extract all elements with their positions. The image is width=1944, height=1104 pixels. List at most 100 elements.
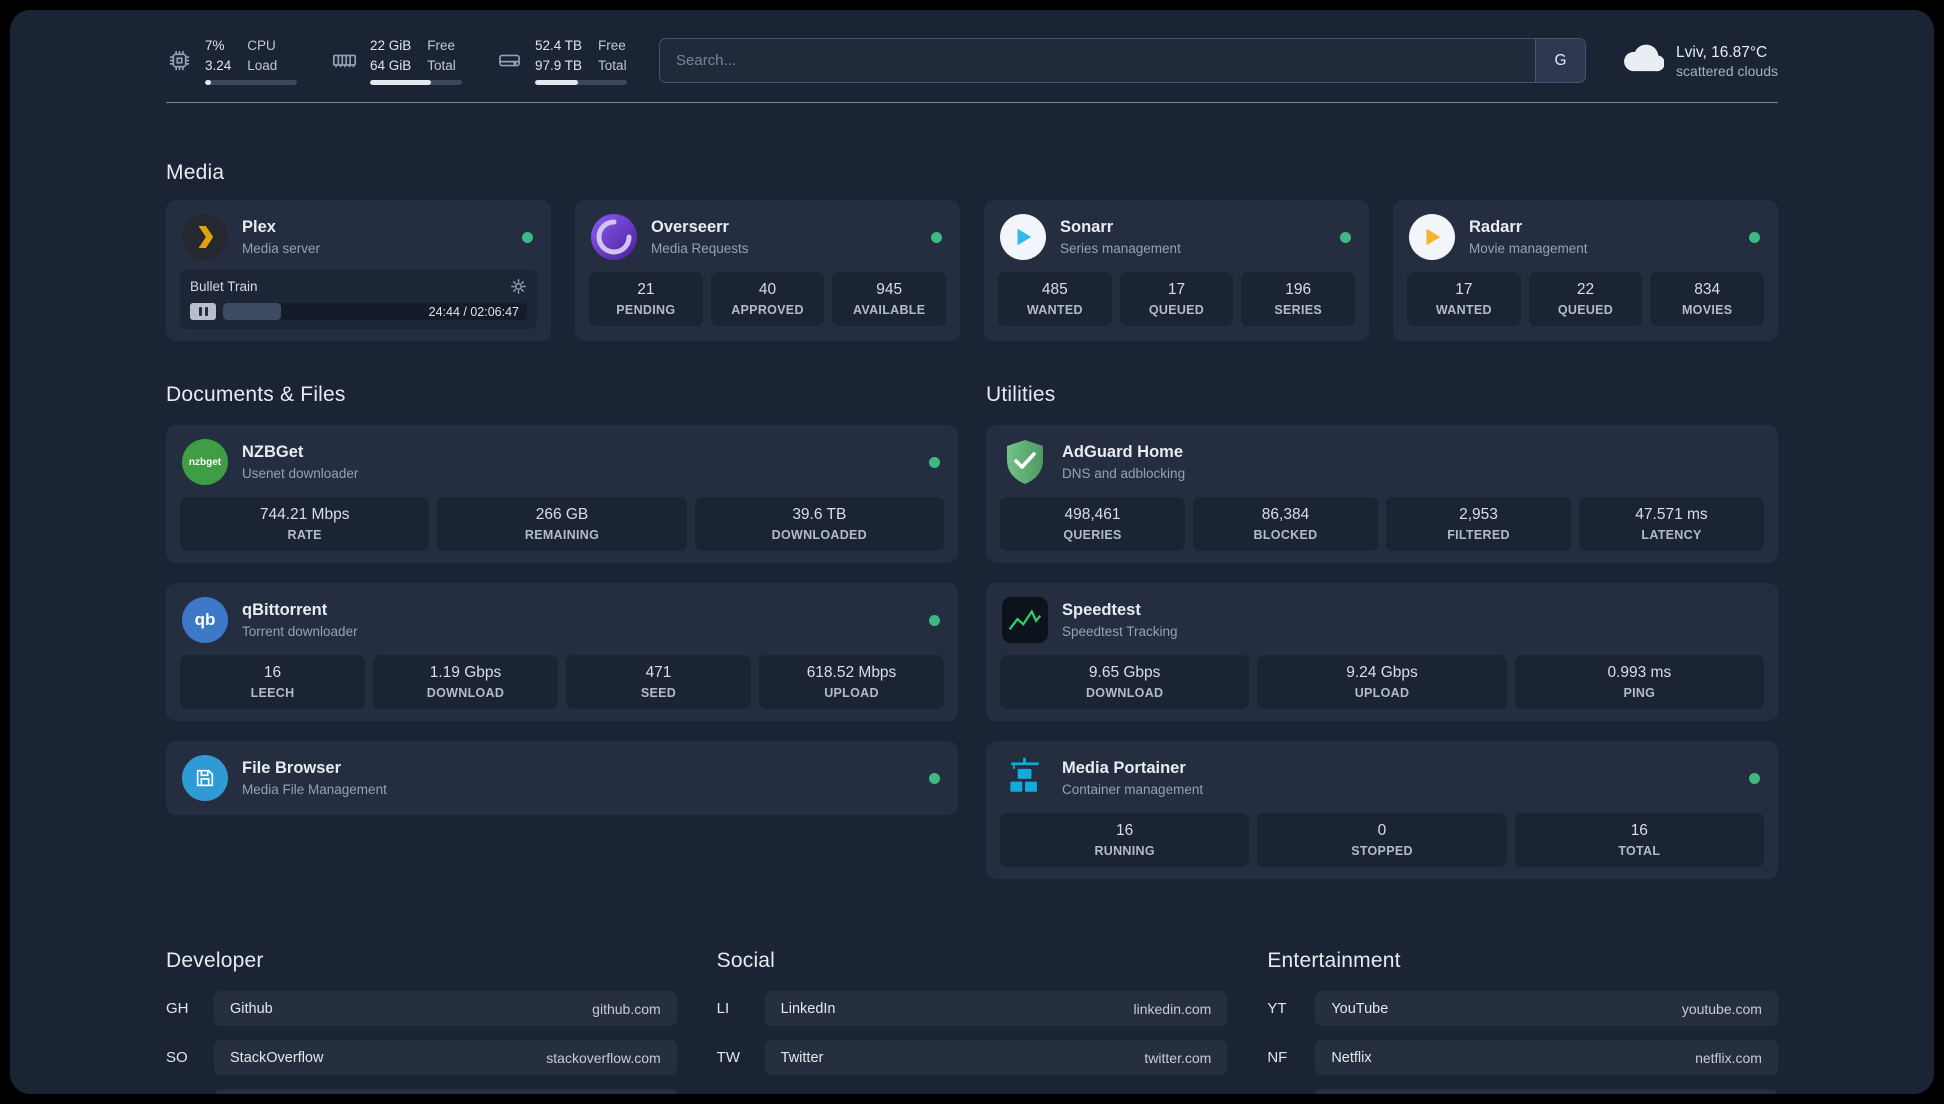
cpu-icon <box>166 47 193 74</box>
search-input[interactable] <box>660 39 1536 83</box>
service-name: Radarr <box>1469 217 1523 236</box>
qbittorrent-icon: qb <box>182 597 228 644</box>
bookmark-abbr: NF <box>1267 1049 1288 1067</box>
ram-free-value: 22 GiB <box>370 38 412 53</box>
adguard-card[interactable]: AdGuard Home DNS and adblocking 498,461 … <box>986 425 1778 564</box>
bookmark-abbr: YT <box>1267 1000 1287 1018</box>
stat-box: 39.6 TB DOWNLOADED <box>694 497 944 552</box>
cpu-label-2: Load <box>247 57 278 73</box>
bookmark-abbr: GH <box>166 1000 189 1018</box>
stat-box: 17 QUEUED <box>1119 272 1234 327</box>
bookmarks-developer: Developer GH Github github.com SO StackO… <box>166 949 677 1094</box>
nzbget-card[interactable]: nzbget NZBGet Usenet downloader 744.21 M… <box>166 425 958 564</box>
service-name: Speedtest <box>1062 600 1141 619</box>
stat-box: 16 RUNNING <box>1000 813 1250 868</box>
bookmark-row: LI LinkedIn linkedin.com <box>716 991 1228 1027</box>
stat-box: 16 TOTAL <box>1514 813 1764 868</box>
cloud-icon <box>1622 43 1665 78</box>
ram-label-2: Total <box>427 57 456 73</box>
bookmark-row: TW Twitter twitter.com <box>717 1040 1228 1076</box>
cpu-label-1: CPU <box>247 38 276 53</box>
stat-box: 744.21 Mbps RATE <box>180 497 430 552</box>
weather-condition: scattered clouds <box>1676 63 1778 80</box>
playback-time: 24:44 / 02:06:47 <box>428 304 519 319</box>
playback-progress-bar[interactable]: 24:44 / 02:06:47 <box>223 303 527 321</box>
section-title-documents: Documents & Files <box>166 383 346 407</box>
weather-location: Lviv, 16.87°C <box>1676 43 1768 61</box>
search-engine-button[interactable]: G <box>1535 39 1586 83</box>
status-dot <box>929 772 940 784</box>
stat-box: 0.993 ms PING <box>1514 655 1764 710</box>
bookmark-link-github[interactable]: Github github.com <box>214 991 677 1027</box>
ram-progress-bar <box>370 80 462 86</box>
bookmark-link-twitter[interactable]: Twitter twitter.com <box>764 1040 1228 1076</box>
portainer-card[interactable]: Media Portainer Container management 16 … <box>986 741 1778 880</box>
speedtest-card[interactable]: Speedtest Speedtest Tracking 9.65 Gbps D… <box>986 583 1778 722</box>
disk-label-1: Free <box>598 38 626 53</box>
service-name: NZBGet <box>242 442 304 461</box>
pause-button[interactable] <box>190 303 216 321</box>
bookmark-abbr: LI <box>716 1000 730 1018</box>
adguard-shield-icon <box>1002 439 1048 485</box>
qbittorrent-card[interactable]: qb qBittorrent Torrent downloader 16 LEE… <box>166 583 958 722</box>
cpu-progress-bar <box>205 80 297 86</box>
cpu-load-value: 3.24 <box>205 57 232 73</box>
stat-box: 86,384 BLOCKED <box>1193 497 1378 552</box>
bookmarks-social: Social LI LinkedIn linkedin.com TW Twitt… <box>717 949 1228 1089</box>
bookmark-link-youtube[interactable]: YouTube youtube.com <box>1315 991 1778 1027</box>
ram-icon <box>331 47 358 74</box>
weather-widget: Lviv, 16.87°C scattered clouds <box>1622 42 1778 80</box>
overseerr-card[interactable]: Overseerr Media Requests 21 PENDING 40 A… <box>575 200 960 342</box>
cpu-widget: 7% 3.24 CPU Load <box>166 36 297 86</box>
stat-box: 618.52 Mbps UPLOAD <box>759 655 944 710</box>
bookmark-link-netflix[interactable]: Netflix netflix.com <box>1315 1040 1778 1076</box>
bookmark-link-stackoverflow[interactable]: StackOverflow stackoverflow.com <box>214 1040 677 1076</box>
utilities-section: Utilities AdGuard Home DNS and adblockin… <box>986 383 1778 880</box>
sonarr-card[interactable]: Sonarr Series management 485 WANTED 17 Q… <box>984 200 1369 342</box>
stat-box: 21 PENDING <box>589 272 703 327</box>
stat-box: 485 WANTED <box>998 272 1112 327</box>
nzbget-icon: nzbget <box>182 439 228 486</box>
service-name: Media Portainer <box>1062 758 1186 777</box>
service-subtitle: Container management <box>1062 781 1204 797</box>
service-subtitle: Torrent downloader <box>242 623 358 639</box>
service-subtitle: Media File Management <box>242 781 387 797</box>
now-playing-title: Bullet Train <box>190 279 258 295</box>
stat-box: 945 AVAILABLE <box>832 272 947 327</box>
file-browser-icon <box>182 755 228 802</box>
section-title-entertainment: Entertainment <box>1267 949 1401 973</box>
radarr-icon <box>1409 214 1455 261</box>
stat-box: 47.571 ms LATENCY <box>1579 497 1764 552</box>
stat-box: 16 LEECH <box>180 655 365 710</box>
bookmark-link-dev[interactable]: DEV dev.to <box>214 1089 677 1094</box>
disk-icon <box>496 47 523 74</box>
bookmark-row: SO StackOverflow stackoverflow.com <box>166 1040 677 1076</box>
top-bar: 7% 3.24 CPU Load 22 GiB 64 GiB Free Tota… <box>166 36 1778 86</box>
status-dot <box>1749 231 1760 243</box>
bookmark-abbr: SO <box>166 1049 188 1067</box>
stat-box: 2,953 FILTERED <box>1386 497 1571 552</box>
stat-box: 9.65 Gbps DOWNLOAD <box>1000 655 1250 710</box>
bookmark-row: RE Reddit reddit.com <box>1267 1089 1778 1094</box>
now-playing-panel: Bullet Train 24:44 / 02:06:47 <box>180 270 537 330</box>
bookmark-link-reddit[interactable]: Reddit reddit.com <box>1315 1089 1778 1094</box>
service-subtitle: DNS and adblocking <box>1062 465 1186 481</box>
stat-box: 266 GB REMAINING <box>437 497 687 552</box>
service-name: qBittorrent <box>242 600 328 619</box>
status-dot <box>1749 772 1760 784</box>
search-bar[interactable]: G <box>659 38 1587 84</box>
bookmark-link-linkedin[interactable]: LinkedIn linkedin.com <box>764 991 1228 1027</box>
filebrowser-card[interactable]: File Browser Media File Management <box>166 741 958 816</box>
stat-box: 40 APPROVED <box>710 272 825 327</box>
documents-section: Documents & Files nzbget NZBGet Usenet d… <box>166 383 958 879</box>
plex-card[interactable]: Plex Media server Bullet Train 24:44 / 0… <box>166 200 551 342</box>
bookmark-row: NF Netflix netflix.com <box>1267 1040 1778 1076</box>
ram-widget: 22 GiB 64 GiB Free Total <box>331 36 462 86</box>
radarr-card[interactable]: Radarr Movie management 17 WANTED 22 QUE… <box>1393 200 1778 342</box>
gear-icon[interactable] <box>510 278 527 295</box>
bookmark-row: YT YouTube youtube.com <box>1267 991 1778 1027</box>
section-title-utilities: Utilities <box>986 383 1056 407</box>
disk-total-value: 97.9 TB <box>535 57 583 73</box>
service-subtitle: Media server <box>242 240 321 256</box>
service-subtitle: Series management <box>1060 240 1181 256</box>
